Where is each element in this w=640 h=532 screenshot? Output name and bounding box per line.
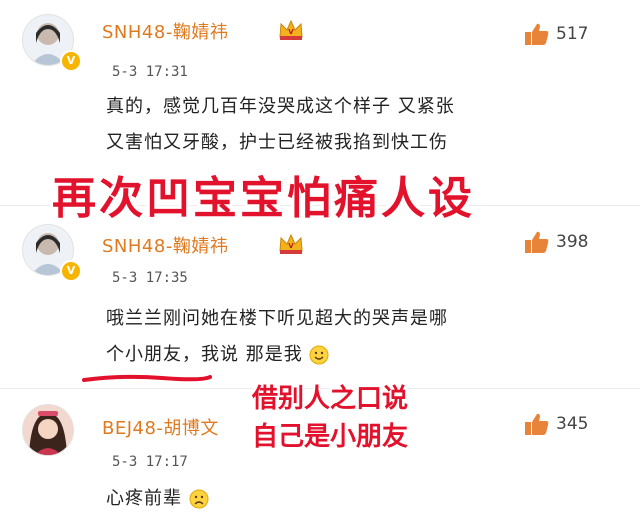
- crown-icon: V: [279, 233, 303, 254]
- like-count: 517: [556, 24, 589, 44]
- comment-text: 心疼前辈: [106, 484, 209, 514]
- comment-text-line: 哦兰兰刚问她在楼下听见超大的哭声是哪: [106, 308, 448, 329]
- overlay-note: 借别人之口说 自己是小朋友: [252, 380, 512, 456]
- comment-text-line: 又害怕又牙酸，护士已经被我掐到快工伤: [106, 132, 448, 153]
- verified-badge-icon: V: [60, 50, 82, 72]
- thumbs-up-icon: [525, 413, 549, 435]
- timestamp: 5-3 17:31: [112, 64, 188, 80]
- like-count: 345: [556, 414, 589, 434]
- comment-text-line: 心疼前辈: [106, 488, 182, 509]
- overlay-note-line: 借别人之口说: [252, 384, 409, 414]
- username[interactable]: SNH48-鞠婧祎: [102, 232, 228, 258]
- comment-text-line: 个小朋友，我说 那是我: [106, 340, 448, 370]
- crown-icon: V: [279, 19, 303, 40]
- timestamp: 5-3 17:17: [112, 454, 188, 470]
- svg-text:V: V: [288, 28, 294, 36]
- comment-text-line-content: 个小朋友，我说 那是我: [106, 344, 303, 365]
- username[interactable]: BEJ48-胡博文: [102, 414, 219, 440]
- red-underline-annotation: [82, 374, 212, 382]
- comment-item: V SNH48-鞠婧祎 V 398 5-3 17:35 哦兰兰刚问她在楼下听见超…: [0, 210, 640, 385]
- smile-emoji-icon: [309, 345, 329, 365]
- overlay-note-line: 自己是小朋友: [252, 422, 409, 452]
- sad-emoji-icon: [189, 489, 209, 509]
- like-button[interactable]: 398: [524, 230, 588, 254]
- like-count: 398: [556, 232, 589, 252]
- thumbs-up-icon: [525, 231, 549, 253]
- avatar[interactable]: [22, 404, 74, 456]
- timestamp: 5-3 17:35: [112, 270, 188, 286]
- username[interactable]: SNH48-鞠婧祎: [102, 18, 228, 44]
- comment-text: 真的，感觉几百年没哭成这个样子 又紧张 又害怕又牙酸，护士已经被我掐到快工伤: [106, 92, 455, 158]
- thumbs-up-icon: [525, 23, 549, 45]
- comment-text-line: 真的，感觉几百年没哭成这个样子 又紧张: [106, 96, 455, 117]
- svg-text:V: V: [288, 242, 294, 250]
- like-button[interactable]: 345: [524, 412, 588, 436]
- verified-badge-icon: V: [60, 260, 82, 282]
- like-button[interactable]: 517: [524, 22, 588, 46]
- comment-text: 哦兰兰刚问她在楼下听见超大的哭声是哪 个小朋友，我说 那是我: [106, 304, 448, 370]
- overlay-banner-text: 再次凹宝宝怕痛人设: [52, 173, 475, 224]
